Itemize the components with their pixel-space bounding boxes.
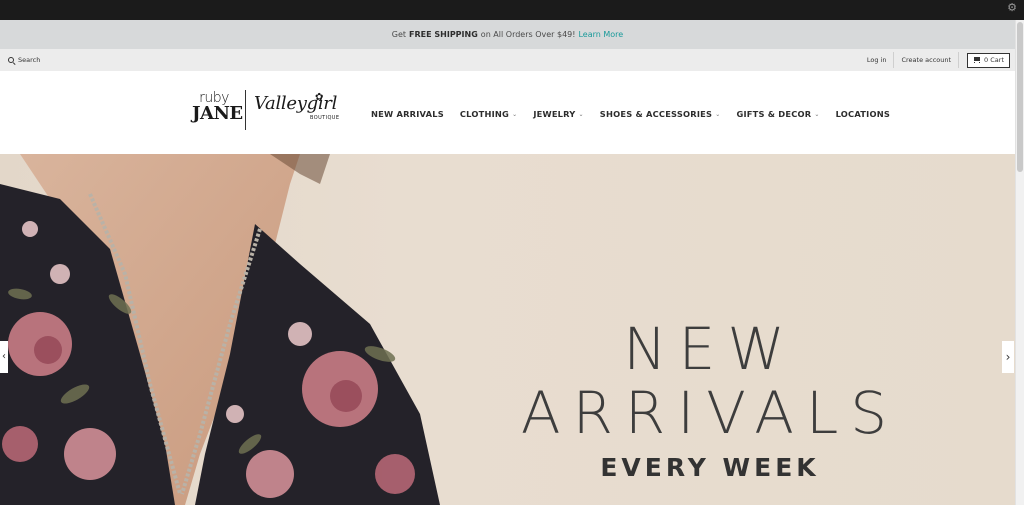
hero-subtitle: EVERY WEEK: [600, 453, 820, 482]
hero-title: NEW ARRIVALS: [520, 315, 900, 447]
promo-free-shipping: FREE SHIPPING: [409, 30, 478, 39]
promo-banner: Get FREE SHIPPING on All Orders Over $49…: [0, 20, 1015, 49]
valleygirl-logo[interactable]: Valleygirl ✿ BOUTIQUE: [254, 90, 340, 121]
nav-label: JEWELRY: [533, 109, 576, 119]
gear-icon[interactable]: ⚙: [1004, 0, 1020, 16]
search-link[interactable]: Search: [8, 49, 40, 71]
hero-model-image: [0, 154, 440, 505]
utility-bar: Search Log in Create account 0 Cart: [0, 49, 1015, 71]
main-nav: NEW ARRIVALS CLOTHING ⌄ JEWELRY ⌄ SHOES …: [371, 105, 890, 123]
browser-top-bar: ⚙: [0, 0, 1024, 20]
nav-locations[interactable]: LOCATIONS: [836, 109, 890, 119]
cart-button[interactable]: 0 Cart: [967, 52, 1010, 68]
nav-clothing[interactable]: CLOTHING ⌄: [460, 109, 517, 119]
logo-boutique-text: BOUTIQUE: [310, 115, 340, 121]
divider: [958, 52, 960, 68]
chevron-down-icon: ⌄: [715, 110, 721, 118]
nav-label: SHOES & ACCESSORIES: [599, 109, 713, 119]
prev-slide-button[interactable]: ‹: [0, 341, 8, 373]
logo-jane-text: JANE: [192, 103, 243, 124]
page-scrollbar[interactable]: [1015, 20, 1024, 505]
search-label: Search: [18, 56, 41, 64]
nav-jewelry[interactable]: JEWELRY ⌄: [533, 109, 583, 119]
account-links: Log in Create account 0 Cart: [860, 49, 1010, 71]
next-slide-button[interactable]: ›: [1002, 341, 1014, 373]
nav-label: CLOTHING: [459, 109, 510, 119]
ruby-jane-logo[interactable]: ruby JANE: [192, 91, 243, 124]
logo-valleygirl-text: Valleygirl: [254, 93, 338, 114]
nav-new-arrivals[interactable]: NEW ARRIVALS: [371, 109, 444, 119]
scrollbar-thumb[interactable]: [1017, 22, 1023, 172]
nav-shoes-accessories[interactable]: SHOES & ACCESSORIES ⌄: [600, 109, 721, 119]
hero-headline: NEW ARRIVALS EVERY WEEK: [430, 317, 990, 482]
hero-slideshow[interactable]: NEW ARRIVALS EVERY WEEK: [0, 154, 1015, 505]
learn-more-link[interactable]: Learn More: [578, 30, 623, 39]
search-icon: [8, 56, 15, 64]
cart-label: 0 Cart: [984, 56, 1004, 64]
flower-icon: ✿: [315, 92, 324, 103]
logo-divider: [245, 90, 246, 130]
promo-suffix: on All Orders Over $49!: [480, 30, 576, 39]
nav-label: GIFTS & DECOR: [736, 109, 812, 119]
nav-gifts-decor[interactable]: GIFTS & DECOR ⌄: [736, 109, 819, 119]
nav-label: LOCATIONS: [835, 109, 891, 119]
create-account-link[interactable]: Create account: [894, 56, 958, 64]
cart-icon: [973, 57, 981, 63]
chevron-down-icon: ⌄: [512, 110, 518, 118]
promo-prefix: Get: [391, 30, 407, 39]
chevron-down-icon: ⌄: [814, 110, 820, 118]
login-link[interactable]: Log in: [860, 56, 894, 64]
nav-label: NEW ARRIVALS: [371, 109, 444, 119]
chevron-down-icon: ⌄: [578, 110, 584, 118]
